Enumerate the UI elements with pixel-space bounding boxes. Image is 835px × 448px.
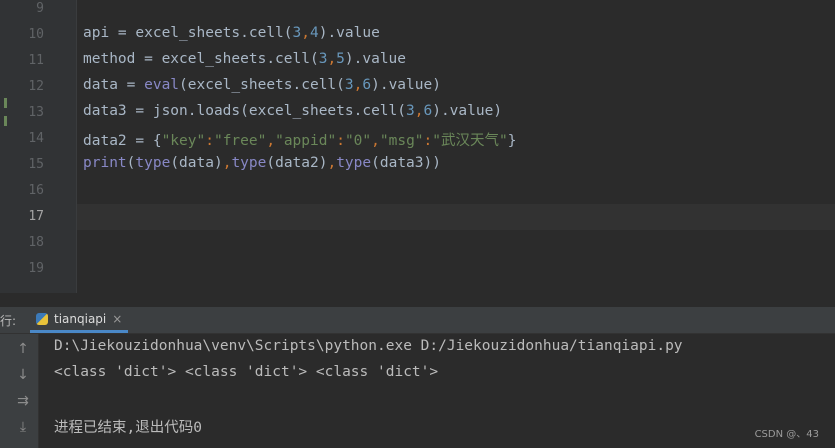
code-line-12[interactable]: data = eval(excel_sheets.cell(3,6).value…	[83, 77, 441, 93]
run-toolbar: ↑ ↓ ⇉ ⤓	[0, 334, 39, 448]
line-number: 11	[28, 53, 44, 68]
current-line-highlight	[77, 204, 835, 230]
line-number: 15	[28, 157, 44, 172]
code-line-10[interactable]: api = excel_sheets.cell(3,4).value	[83, 25, 380, 41]
tab-tianqiapi[interactable]: tianqiapi ×	[30, 307, 129, 333]
panel-splitter[interactable]	[0, 293, 835, 307]
tab-label: tianqiapi	[54, 311, 107, 326]
line-number: 18	[28, 235, 44, 250]
line-number: 9	[36, 1, 44, 16]
line-number: 16	[28, 183, 44, 198]
code-line-15[interactable]: print(type(data),type(data2),type(data3)…	[83, 155, 441, 171]
line-number: 14	[28, 131, 44, 146]
scroll-to-end-icon[interactable]: ⤓	[14, 418, 32, 436]
line-number-current: 17	[28, 209, 44, 224]
soft-wrap-icon[interactable]: ⇉	[14, 392, 32, 410]
change-markers	[4, 98, 12, 138]
close-icon[interactable]: ×	[112, 312, 122, 326]
console-line: 进程已结束,退出代码0	[54, 420, 202, 436]
line-number: 10	[28, 27, 44, 42]
run-label: 行:	[0, 314, 17, 328]
console-line: <class 'dict'> <class 'dict'> <class 'di…	[54, 364, 439, 380]
editor-left-strip	[0, 0, 12, 293]
run-tab-bar: 行: tianqiapi ×	[0, 307, 835, 334]
python-file-icon	[36, 312, 48, 325]
line-number: 13	[28, 105, 44, 120]
code-line-14[interactable]: data2 = {"key":"free","appid":"0","msg":…	[83, 129, 516, 150]
line-number: 12	[28, 79, 44, 94]
watermark: CSDN @、43	[754, 429, 819, 440]
down-arrow-icon[interactable]: ↓	[14, 366, 32, 384]
line-number-gutter: 9 10 11 12 13 14 15 16 17 18 19	[12, 0, 76, 293]
up-arrow-icon[interactable]: ↑	[14, 340, 32, 358]
code-line-11[interactable]: method = excel_sheets.cell(3,5).value	[83, 51, 406, 67]
line-number: 19	[28, 261, 44, 276]
console-line: D:\Jiekouzidonhua\venv\Scripts\python.ex…	[54, 338, 683, 354]
code-line-13[interactable]: data3 = json.loads(excel_sheets.cell(3,6…	[83, 103, 502, 119]
